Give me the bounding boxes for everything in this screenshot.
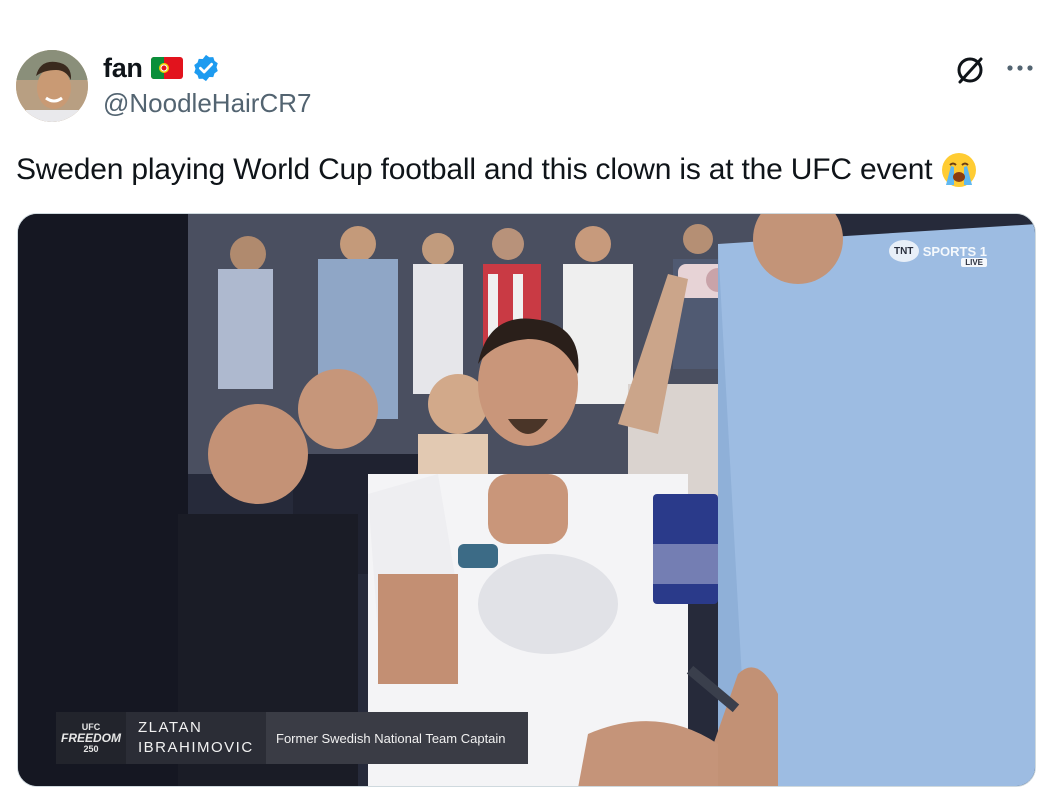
tnt-logo-icon: TNT (888, 240, 919, 262)
tweet-text: Sweden playing World Cup football and th… (16, 153, 933, 186)
tweet-text-row: Sweden playing World Cup football and th… (16, 150, 978, 190)
author-display-name[interactable]: fan (103, 53, 143, 84)
crowd-scene-photo (18, 214, 1035, 786)
lower-third-role: Former Swedish National Team Captain (266, 712, 528, 764)
broadcaster-watermark: TNT SPORTS 1 LIVE (888, 240, 987, 267)
lower-third-caption: UFC FREEDOM 250 ZLATAN IBRAHIMOVIC Forme… (56, 712, 528, 764)
tweet-media-image[interactable]: TNT SPORTS 1 LIVE UFC FREEDOM 250 ZLATAN… (17, 213, 1036, 787)
broadcaster-name: SPORTS 1 (922, 243, 987, 259)
more-options-icon[interactable] (1005, 58, 1035, 78)
event-logo-bottom: 250 (83, 743, 99, 754)
grok-icon[interactable] (953, 53, 987, 87)
live-badge: LIVE (961, 258, 987, 267)
event-logo-main: FREEDOM (61, 730, 121, 745)
portugal-flag-icon (150, 57, 183, 79)
ufc-freedom-logo: UFC FREEDOM 250 (56, 712, 126, 764)
author-handle[interactable]: @NoodleHairCR7 (103, 88, 311, 119)
author-avatar[interactable] (16, 50, 88, 122)
tweet-card: fan @NoodleHairCR7 Sweden playing World … (0, 0, 1048, 804)
lower-third-name: ZLATAN IBRAHIMOVIC (126, 712, 266, 764)
verified-badge-icon[interactable] (191, 53, 221, 83)
lower-third-first-name: ZLATAN (138, 719, 203, 736)
lower-third-last-name: IBRAHIMOVIC (138, 739, 254, 756)
author-name-row: fan (103, 51, 221, 85)
loudly-crying-face-emoji (940, 151, 978, 189)
